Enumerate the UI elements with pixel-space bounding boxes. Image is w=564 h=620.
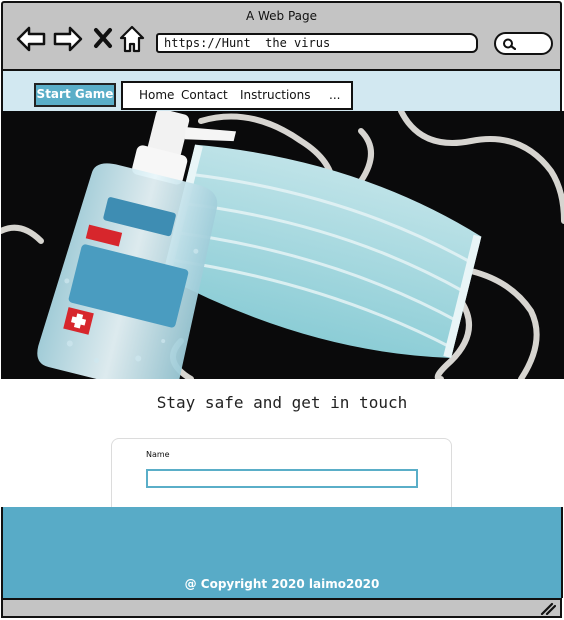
browser-window: A Web Page https://Hunt the virus Start … (0, 0, 564, 620)
nav-menu: Home Contact Instructions ... (121, 81, 353, 110)
contact-form-card: Name (111, 438, 452, 508)
site-navbar: Start Game Home Contact Instructions ... (1, 71, 562, 111)
forward-arrow-icon[interactable] (53, 25, 83, 53)
site-footer: @ Copyright 2020 laimo2020 (1, 507, 563, 598)
sanitizer-and-mask-photo (1, 111, 564, 379)
search-icon (503, 38, 516, 50)
nav-item-instructions[interactable]: Instructions (240, 83, 310, 107)
start-game-button[interactable]: Start Game (34, 83, 116, 107)
nav-item-more[interactable]: ... (329, 83, 340, 107)
close-x-icon[interactable] (93, 27, 113, 49)
browser-toolbar: A Web Page https://Hunt the virus (1, 1, 562, 71)
nav-item-contact[interactable]: Contact (181, 83, 228, 107)
section-headline: Stay safe and get in touch (156, 393, 408, 412)
back-arrow-icon[interactable] (16, 25, 46, 53)
window-title: A Web Page (245, 9, 318, 23)
browser-status-bar (1, 598, 562, 618)
name-label: Name (146, 450, 170, 459)
search-box[interactable] (494, 32, 553, 55)
hero-image (1, 111, 564, 379)
home-icon[interactable] (119, 25, 145, 53)
address-bar[interactable]: https://Hunt the virus (156, 33, 478, 53)
resize-grip-icon[interactable] (540, 602, 556, 615)
name-input[interactable] (146, 469, 418, 488)
copyright-text: @ Copyright 2020 laimo2020 (184, 577, 380, 591)
nav-item-home[interactable]: Home (139, 83, 174, 107)
